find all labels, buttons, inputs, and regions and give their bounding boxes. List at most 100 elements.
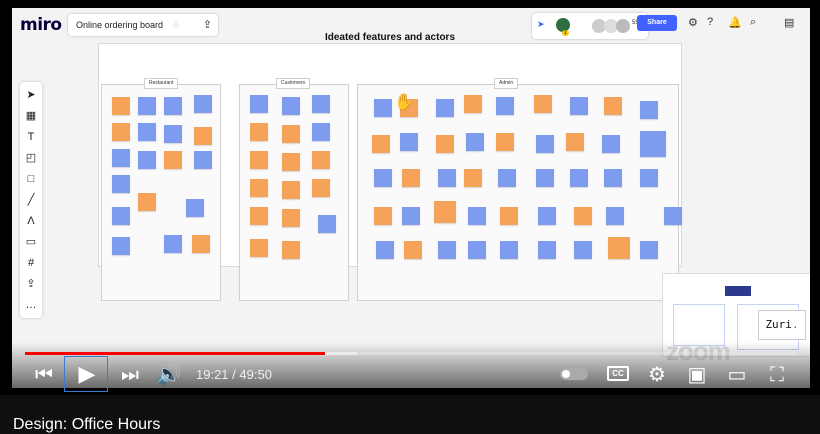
sticky-note — [282, 97, 300, 115]
sticky-note — [112, 237, 130, 255]
sticky-note — [282, 209, 300, 227]
sticky-note — [606, 207, 624, 225]
sticky-note — [438, 169, 456, 187]
sticky-note — [374, 207, 392, 225]
current-time: 19:21 — [196, 367, 229, 382]
pen-icon: ╱ — [27, 194, 35, 206]
sticky-note — [500, 207, 518, 225]
progress-bar[interactable] — [25, 352, 796, 355]
sticky-note — [282, 241, 300, 259]
sticky-note — [312, 151, 330, 169]
hand-cursor-icon: ✋ — [394, 94, 414, 111]
sticky-note — [250, 207, 268, 225]
frame-title: Ideated features and actors — [324, 32, 456, 43]
sticky-note — [496, 97, 514, 115]
video-player[interactable]: miro Online ordering board ☆ ⇪ ➤ 55 1 Sh… — [0, 0, 820, 395]
sticky-note — [604, 97, 622, 115]
sticky-note — [374, 99, 392, 117]
comment-icon: ▭ — [25, 236, 37, 248]
sticky-note — [112, 123, 130, 141]
sticky-note — [566, 133, 584, 151]
sticky-note — [194, 127, 212, 145]
sticky-note — [498, 169, 516, 187]
sticky-note — [538, 241, 556, 259]
section-restaurant: Restaurant — [101, 78, 221, 301]
play-button[interactable]: ▶ — [74, 362, 100, 386]
sticky-note — [138, 193, 156, 211]
sticky-note-icon: ◰ — [25, 152, 37, 164]
sticky-note — [164, 151, 182, 169]
sticky-note — [112, 97, 130, 115]
previous-button[interactable]: ⏮ — [34, 363, 54, 387]
cursor-icon: ➤ — [26, 89, 36, 101]
sticky-note — [436, 135, 454, 153]
next-button[interactable]: ⏭ — [120, 363, 140, 387]
sticky-note — [602, 135, 620, 153]
board-name-label: Online ordering board — [76, 20, 164, 30]
sticky-note — [464, 169, 482, 187]
sticky-note — [402, 169, 420, 187]
sticky-note — [194, 95, 212, 113]
sticky-note — [376, 241, 394, 259]
sticky-note — [468, 207, 486, 225]
sticky-note — [250, 179, 268, 197]
sticky-note — [570, 169, 588, 187]
sticky-note — [282, 181, 300, 199]
sticky-note — [464, 95, 482, 113]
sticky-note — [640, 131, 666, 157]
captions-button[interactable]: CC — [607, 366, 629, 381]
cursor-icon: ➤ — [537, 19, 545, 29]
sticky-note — [640, 101, 658, 119]
autoplay-toggle[interactable] — [560, 368, 588, 380]
sticky-note — [282, 125, 300, 143]
sticky-note — [312, 123, 330, 141]
sticky-note — [536, 135, 554, 153]
video-title[interactable]: Design: Office Hours — [13, 416, 160, 434]
sticky-note — [402, 207, 420, 225]
volume-icon[interactable]: 🔊 — [156, 363, 182, 387]
section-label: Restaurant — [144, 78, 179, 89]
zuri-text: Zuri — [765, 318, 792, 331]
autoplay-knob — [562, 370, 570, 378]
sticky-note — [318, 215, 336, 233]
sticky-note — [538, 207, 556, 225]
sticky-note — [312, 179, 330, 197]
sticky-note — [138, 151, 156, 169]
sticky-note — [664, 207, 682, 225]
sticky-note — [608, 237, 630, 259]
sticky-note — [466, 133, 484, 151]
sticky-note — [438, 241, 456, 259]
sticky-note — [574, 241, 592, 259]
minimap-viewport — [725, 286, 751, 296]
sticky-note — [374, 169, 392, 187]
video-frame[interactable]: miro Online ordering board ☆ ⇪ ➤ 55 1 Sh… — [12, 8, 810, 388]
theater-mode-icon[interactable]: ▭ — [724, 363, 750, 387]
template-icon: ▦ — [25, 110, 37, 122]
sticky-note — [164, 125, 182, 143]
sticky-note — [138, 123, 156, 141]
sticky-note — [570, 97, 588, 115]
miniplayer-icon[interactable]: ▣ — [684, 363, 710, 387]
board-frame: Ideated features and actors Restaurant C… — [98, 32, 682, 301]
section-admin: Admin — [357, 78, 682, 301]
settings-icon[interactable]: ⚙ — [645, 363, 669, 387]
sticky-note — [186, 199, 204, 217]
sticky-note — [372, 135, 390, 153]
fullscreen-icon[interactable]: ⛶ — [764, 363, 790, 387]
sticky-note — [434, 201, 456, 223]
sticky-note — [400, 133, 418, 151]
sticky-note — [112, 175, 130, 193]
time-display: 19:21 / 49:50 — [196, 367, 272, 382]
sticky-note — [534, 95, 552, 113]
avatar — [616, 19, 630, 33]
sticky-note — [536, 169, 554, 187]
sticky-note — [138, 97, 156, 115]
panel-icon: ▤ — [784, 17, 795, 29]
miro-toolbar: ➤ ▦ T ◰ □ ╱ Λ ▭ # ⇪ … — [20, 82, 42, 318]
more-icon: … — [25, 299, 37, 311]
text-icon: T — [27, 131, 35, 143]
upload-icon: ⇪ — [26, 278, 36, 290]
sticky-note — [192, 235, 210, 253]
sticky-note — [282, 153, 300, 171]
sticky-note — [640, 169, 658, 187]
